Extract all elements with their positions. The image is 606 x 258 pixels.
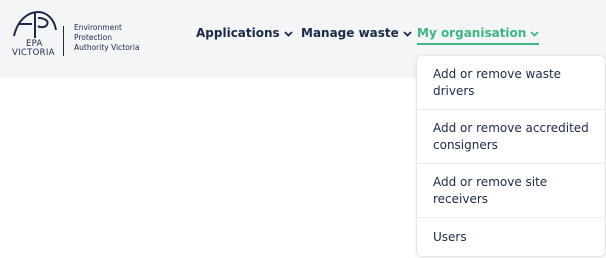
chevron-down-icon [403,26,412,40]
my-organisation-dropdown: Add or remove waste drivers Add or remov… [416,55,606,257]
nav-label: Applications [196,26,280,40]
page: EPA VICTORIA Environment Protection Auth… [0,0,606,258]
logo-org-name: Environment Protection Authority Victori… [74,23,164,53]
nav-manage-waste[interactable]: Manage waste [301,24,412,42]
dropdown-item-site-receivers[interactable]: Add or remove site receivers [417,164,606,218]
dropdown-item-waste-drivers[interactable]: Add or remove waste drivers [417,56,606,110]
dropdown-item-label: Add or remove waste drivers [433,66,562,98]
dropdown-item-users[interactable]: Users [417,218,606,256]
logo-divider [63,26,64,56]
dropdown-item-label: Add or remove accredited consigners [433,120,589,152]
logo-org-line: Environment [74,23,122,32]
epa-logo-icon [13,10,57,38]
nav-label: Manage waste [301,26,399,40]
dropdown-item-label: Users [433,229,467,244]
logo-org-line: Authority Victoria [74,43,140,52]
active-underline [417,43,540,45]
nav-my-organisation[interactable]: My organisation [417,24,540,45]
dropdown-item-label: Add or remove site receivers [433,174,548,206]
logo-org-line: Protection [74,33,112,42]
dropdown-item-accredited-consigners[interactable]: Add or remove accredited consigners [417,110,606,164]
nav-applications[interactable]: Applications [196,24,293,42]
chevron-down-icon [284,26,293,40]
logo-state: VICTORIA [12,48,55,58]
epa-logo[interactable]: EPA VICTORIA Environment Protection Auth… [8,8,158,60]
nav-label: My organisation [417,26,527,40]
chevron-down-icon [530,26,539,40]
